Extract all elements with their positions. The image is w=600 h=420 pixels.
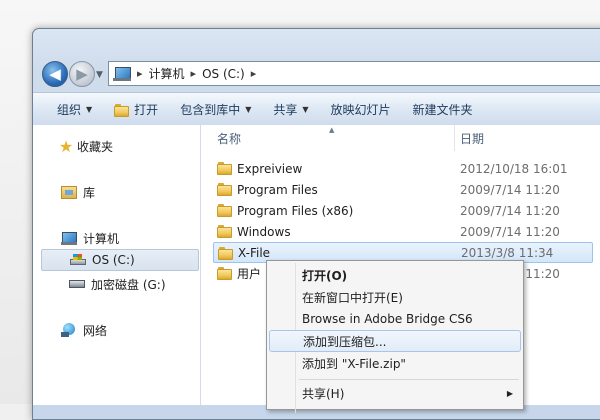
- open-button[interactable]: 打开: [103, 97, 169, 121]
- nav-drive-g-label: 加密磁盘 (G:): [91, 277, 166, 292]
- nav-computer[interactable]: 计算机: [59, 227, 119, 249]
- include-in-library-button[interactable]: 包含到库中 ▼: [169, 97, 262, 121]
- file-name: Program Files: [237, 182, 318, 197]
- menu-item-add-to-archive[interactable]: 添加到压缩包...: [269, 330, 521, 352]
- column-header-name[interactable]: 名称: [217, 125, 241, 151]
- forward-button[interactable]: ▶: [69, 61, 95, 87]
- navigation-pane: ★ 收藏夹 库 计算机 OS (C:) 加密磁盘 (G:) 网络: [33, 125, 201, 405]
- include-in-library-label: 包含到库中: [180, 102, 241, 117]
- hard-drive-icon: [69, 280, 85, 288]
- slideshow-label: 放映幻灯片: [330, 102, 391, 117]
- file-date: 2009/7/14 11:20: [460, 224, 560, 239]
- menu-item-label: Browse in Adobe Bridge CS6: [302, 312, 473, 326]
- folder-icon: [217, 203, 233, 217]
- nav-network[interactable]: 网络: [59, 319, 107, 341]
- open-folder-icon: [114, 103, 130, 117]
- file-date: 2009/7/14 11:20: [460, 182, 560, 197]
- nav-favorites[interactable]: ★ 收藏夹: [55, 135, 113, 157]
- breadcrumb-computer[interactable]: 计算机: [149, 65, 185, 82]
- nav-drive-g[interactable]: 加密磁盘 (G:): [67, 273, 166, 295]
- folder-icon: [218, 246, 234, 260]
- arrow-left-icon: ◀: [49, 65, 61, 83]
- open-label: 打开: [134, 102, 159, 117]
- windows-drive-icon: [70, 254, 86, 266]
- file-row[interactable]: Program Files 2009/7/14 11:20: [213, 179, 593, 200]
- breadcrumb-drive-c[interactable]: OS (C:): [202, 67, 245, 81]
- slideshow-button[interactable]: 放映幻灯片: [320, 97, 402, 121]
- breadcrumb-separator-icon[interactable]: ▸: [251, 67, 257, 80]
- nav-drive-c-label: OS (C:): [92, 253, 135, 267]
- new-folder-label: 新建文件夹: [412, 102, 473, 117]
- folder-icon: [217, 182, 233, 196]
- back-button[interactable]: ◀: [42, 61, 68, 87]
- nav-libraries[interactable]: 库: [59, 181, 95, 203]
- breadcrumb-separator-icon[interactable]: ▸: [191, 67, 197, 80]
- file-name: Windows: [237, 224, 291, 239]
- nav-computer-label: 计算机: [83, 231, 120, 246]
- new-folder-button[interactable]: 新建文件夹: [402, 97, 484, 121]
- menu-item-share[interactable]: 共享(H) ▶: [269, 382, 521, 404]
- folder-icon: [217, 224, 233, 238]
- file-row[interactable]: Expreiview 2012/10/18 16:01: [213, 158, 593, 179]
- submenu-arrow-icon: ▶: [506, 388, 513, 398]
- menu-item-browse-bridge[interactable]: Browse in Adobe Bridge CS6: [269, 308, 521, 330]
- share-label: 共享: [273, 102, 298, 117]
- menu-item-label: 添加到压缩包...: [303, 334, 387, 349]
- recent-pages-dropdown[interactable]: ▼: [96, 70, 106, 80]
- menu-item-open[interactable]: 打开(O): [269, 264, 521, 286]
- menu-item-label: 共享(H): [302, 386, 345, 401]
- folder-icon: [217, 161, 233, 175]
- column-divider[interactable]: [454, 125, 455, 151]
- folder-icon: [217, 266, 233, 280]
- library-icon: [61, 185, 77, 199]
- nav-drive-c[interactable]: OS (C:): [41, 249, 199, 271]
- file-name: X-File: [238, 245, 271, 260]
- chevron-down-icon: ▼: [245, 104, 252, 114]
- file-name: 用户: [237, 267, 262, 281]
- file-date: 2009/7/14 11:20: [460, 203, 560, 218]
- menu-item-add-to-zip[interactable]: 添加到 "X-File.zip": [269, 352, 521, 374]
- menu-item-label: 添加到 "X-File.zip": [302, 356, 406, 371]
- chevron-down-icon: ▼: [86, 104, 93, 114]
- organize-label: 组织: [57, 102, 82, 117]
- nav-favorites-label: 收藏夹: [77, 139, 114, 154]
- organize-button[interactable]: 组织 ▼: [33, 97, 103, 121]
- sort-ascending-icon: ▲: [329, 126, 335, 134]
- share-button[interactable]: 共享 ▼: [262, 97, 319, 121]
- nav-libraries-label: 库: [83, 185, 96, 200]
- breadcrumb-separator-icon[interactable]: ▸: [137, 67, 143, 80]
- file-name: Expreiview: [237, 161, 303, 176]
- address-bar[interactable]: ▸ 计算机 ▸ OS (C:) ▸: [108, 61, 600, 86]
- column-name-label: 名称: [217, 131, 242, 146]
- file-date: 2012/10/18 16:01: [460, 161, 568, 176]
- chevron-down-icon: ▼: [302, 104, 309, 114]
- star-icon: ★: [58, 136, 74, 156]
- menu-item-open-new-window[interactable]: 在新窗口中打开(E): [269, 286, 521, 308]
- network-icon: [61, 323, 77, 337]
- file-row[interactable]: Program Files (x86) 2009/7/14 11:20: [213, 200, 593, 221]
- nav-network-label: 网络: [83, 323, 108, 338]
- context-menu: 打开(O) 在新窗口中打开(E) Browse in Adobe Bridge …: [266, 260, 524, 413]
- file-name: Program Files (x86): [237, 203, 354, 218]
- computer-icon: [113, 66, 133, 82]
- menu-item-label: 打开(O): [302, 268, 348, 283]
- column-date-label: 日期: [460, 131, 485, 146]
- menu-separator: [299, 379, 519, 380]
- file-row[interactable]: Windows 2009/7/14 11:20: [213, 221, 593, 242]
- computer-icon: [61, 231, 77, 245]
- arrow-right-icon: ▶: [76, 65, 88, 83]
- menu-item-label: 在新窗口中打开(E): [302, 290, 403, 305]
- command-bar: 组织 ▼ 打开 包含到库中 ▼ 共享 ▼ 放映幻灯片 新建文件夹: [33, 92, 600, 126]
- file-date: 2013/3/8 11:34: [461, 245, 554, 260]
- column-header-date[interactable]: 日期: [460, 125, 484, 151]
